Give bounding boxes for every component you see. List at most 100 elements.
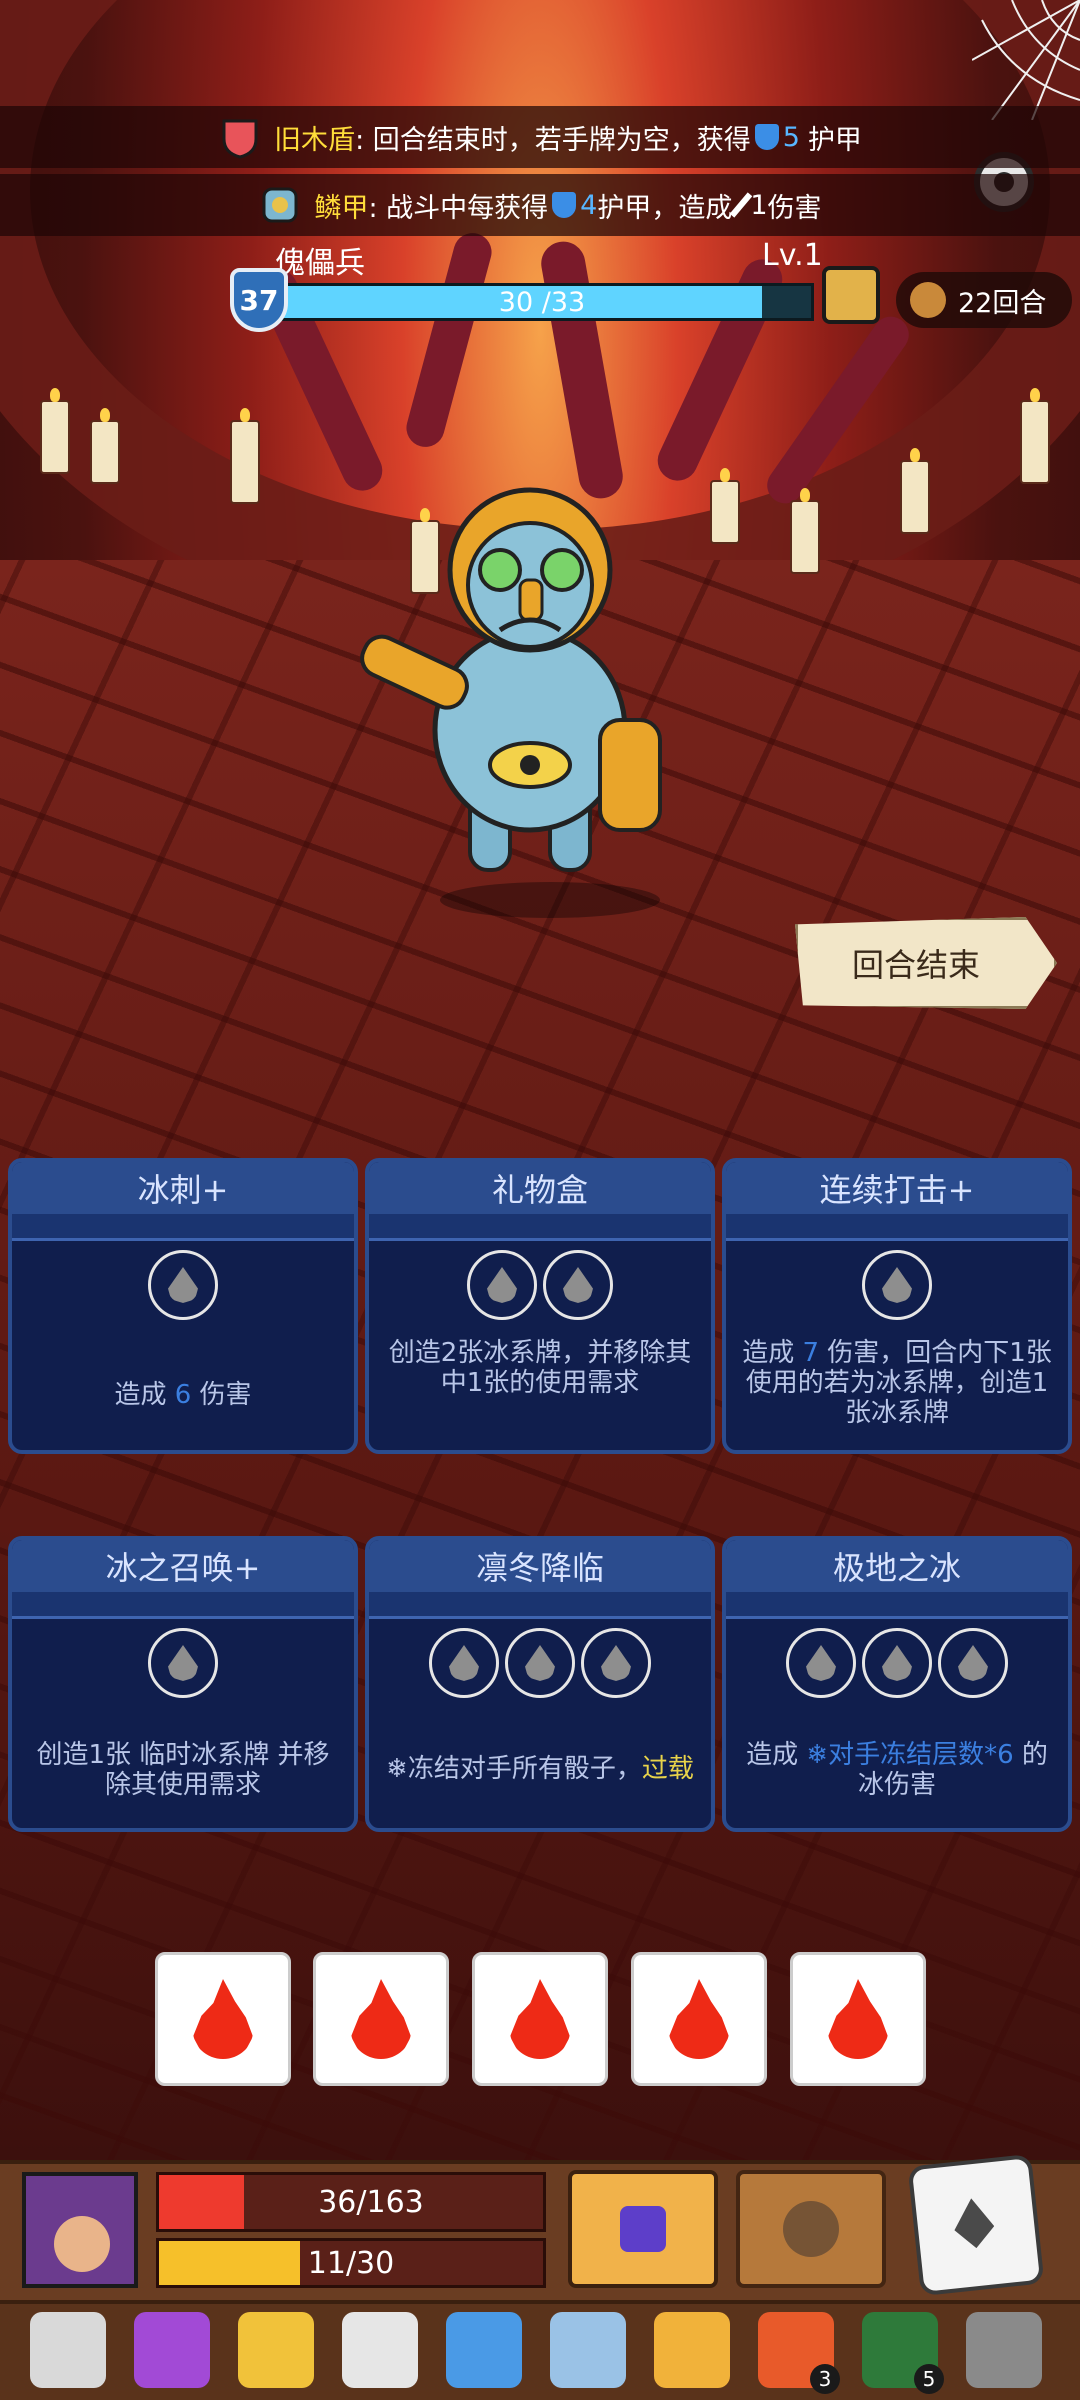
gem-crown-relic-icon[interactable] xyxy=(654,2312,730,2388)
card-desc-text: ❄冻结对手所有骰子， xyxy=(386,1754,642,1784)
dice-slot[interactable] xyxy=(938,1628,1008,1698)
candle xyxy=(230,408,260,504)
card-dice-slots xyxy=(12,1250,354,1320)
card-title: 凛冬降临 xyxy=(369,1540,711,1592)
candle xyxy=(40,388,70,474)
armor-relic-icon[interactable] xyxy=(966,2312,1042,2388)
water-drop-icon xyxy=(882,1645,912,1681)
lock-button[interactable] xyxy=(568,2170,718,2288)
enemy-hp-text: 30 /33 xyxy=(498,286,586,318)
dice-slot[interactable] xyxy=(148,1628,218,1698)
crystal-sword-relic-icon[interactable] xyxy=(446,2312,522,2388)
card-header-band xyxy=(726,1214,1068,1241)
enemy-armor-shield-icon: 37 xyxy=(230,268,288,332)
sword-icon xyxy=(730,192,753,218)
round-counter: 22回合 xyxy=(896,272,1072,328)
armor-icon xyxy=(754,124,779,150)
player-avatar[interactable] xyxy=(22,2172,138,2288)
potion-relic-icon[interactable] xyxy=(134,2312,210,2388)
enemy-golem-sprite[interactable] xyxy=(350,480,730,920)
buff-name: 鳞甲 xyxy=(314,192,369,224)
card-ice-summon[interactable]: 冰之召唤+ 创造1张 临时冰系牌 并移除其使用需求 xyxy=(8,1536,358,1832)
water-drop-icon xyxy=(563,1267,593,1303)
enemy-level: Lv.1 xyxy=(762,238,823,273)
scroll-icon xyxy=(910,282,946,318)
lock-icon xyxy=(620,2206,666,2252)
dice-slot[interactable] xyxy=(429,1628,499,1698)
cheese-relic-icon[interactable] xyxy=(238,2312,314,2388)
scroll-relic-icon[interactable] xyxy=(30,2312,106,2388)
wood-shield-icon xyxy=(218,115,262,159)
dice-slot[interactable] xyxy=(467,1250,537,1320)
end-turn-button[interactable]: 回合结束 xyxy=(795,917,1057,1009)
dice-slot[interactable] xyxy=(581,1628,651,1698)
fire-dice[interactable] xyxy=(313,1952,449,2086)
dice-slot[interactable] xyxy=(505,1628,575,1698)
card-description: 创造2张冰系牌，并移除其中1张的使用需求 xyxy=(388,1338,692,1398)
card-desc-text: 创造1张 临时 xyxy=(36,1740,192,1770)
card-desc-text: 冰系牌，创造1张冰系牌 xyxy=(844,1368,1049,1428)
card-gift-box[interactable]: 礼物盒 创造2张冰系牌，并移除其中1张的使用需求 xyxy=(365,1158,715,1454)
card-description: 造成 ❄对手冻结层数*6 的冰伤害 xyxy=(742,1740,1052,1800)
dice-slot[interactable] xyxy=(148,1250,218,1320)
dice-slot[interactable] xyxy=(543,1250,613,1320)
card-desc-overload: 过载 xyxy=(641,1754,694,1784)
card-title: 礼物盒 xyxy=(369,1162,711,1214)
candle xyxy=(1020,388,1050,484)
card-winter-falls[interactable]: 凛冬降临 ❄冻结对手所有骰子，过载 xyxy=(365,1536,715,1832)
card-description: 造成 7 伤害，回合内下1张使用的若为冰系牌，创造1张冰系牌 xyxy=(742,1338,1052,1428)
enemy-name: 傀儡兵 xyxy=(275,246,365,281)
card-combo-strike[interactable]: 连续打击+ 造成 7 伤害，回合内下1张使用的若为冰系牌，创造1张冰系牌 xyxy=(722,1158,1072,1454)
buff-bar-old-wood-shield: 旧木盾 : 回合结束时，若手牌为空，获得 5 护甲 xyxy=(0,106,1080,168)
enemy-hp-bar: 30 /33 xyxy=(270,283,814,321)
buff-name: 旧木盾 xyxy=(274,124,356,156)
relic-count-badge: 3 xyxy=(810,2364,840,2394)
player-energy-text: 11/30 xyxy=(307,2245,395,2281)
card-desc-value: 6 xyxy=(174,1380,192,1410)
buff-text: : 战斗中每获得 xyxy=(368,192,549,224)
enemy-info-book-button[interactable] xyxy=(822,266,880,324)
fire-ring-relic-icon[interactable]: 3 xyxy=(758,2312,840,2394)
card-header-band xyxy=(726,1592,1068,1619)
buff-bar-scale-armor: 鳞甲 : 战斗中每获得 4 护甲，造成 1 伤害 xyxy=(0,174,1080,236)
card-ice-spike[interactable]: 冰刺+ 造成 6 伤害 xyxy=(8,1158,358,1454)
player-hp-text: 36/163 xyxy=(318,2184,424,2220)
dice-slot[interactable] xyxy=(862,1628,932,1698)
bomb-button[interactable] xyxy=(736,2170,886,2288)
spider-web-decor xyxy=(972,0,1080,120)
buff-value-2: 1 xyxy=(750,189,768,221)
water-drop-icon xyxy=(525,1645,555,1681)
fire-dice[interactable] xyxy=(790,1952,926,2086)
card-header-band xyxy=(369,1592,711,1619)
card-title: 极地之冰 xyxy=(726,1540,1068,1592)
relic-count-badge: 5 xyxy=(914,2364,944,2394)
battle-scene: 旧木盾 : 回合结束时，若手牌为空，获得 5 护甲 鳞甲 : 战斗中每获得 4 … xyxy=(0,0,1080,2400)
card-title: 连续打击+ xyxy=(726,1162,1068,1214)
buff-value: 5 xyxy=(782,121,800,153)
water-drop-icon xyxy=(806,1645,836,1681)
buff-text: : 回合结束时，若手牌为空，获得 xyxy=(355,124,751,156)
card-polar-ice[interactable]: 极地之冰 造成 ❄对手冻结层数*6 的冰伤害 xyxy=(722,1536,1072,1832)
candle xyxy=(790,488,820,574)
water-drop-icon xyxy=(601,1645,631,1681)
horn-relic-icon[interactable] xyxy=(550,2312,626,2388)
fire-dice[interactable] xyxy=(155,1952,291,2086)
card-dice-slots xyxy=(12,1628,354,1698)
green-ring-relic-icon[interactable]: 5 xyxy=(862,2312,944,2394)
water-drop-icon xyxy=(882,1267,912,1303)
water-drop-icon xyxy=(168,1645,198,1681)
dice-slot[interactable] xyxy=(862,1250,932,1320)
dice-slot[interactable] xyxy=(786,1628,856,1698)
fire-dice[interactable] xyxy=(472,1952,608,2086)
water-drop-icon xyxy=(168,1267,198,1303)
fire-dice[interactable] xyxy=(631,1952,767,2086)
fire-icon xyxy=(351,1979,411,2059)
candle xyxy=(90,408,120,484)
card-desc-text: 造成 xyxy=(746,1740,807,1770)
skull-helmet-relic-icon[interactable] xyxy=(342,2312,418,2388)
card-dice-slots xyxy=(369,1250,711,1320)
water-drop-icon xyxy=(487,1267,517,1303)
roll-dice-button[interactable] xyxy=(907,2153,1045,2297)
card-description: ❄冻结对手所有骰子，过载 xyxy=(385,1754,695,1784)
card-description: 造成 6 伤害 xyxy=(28,1380,338,1410)
